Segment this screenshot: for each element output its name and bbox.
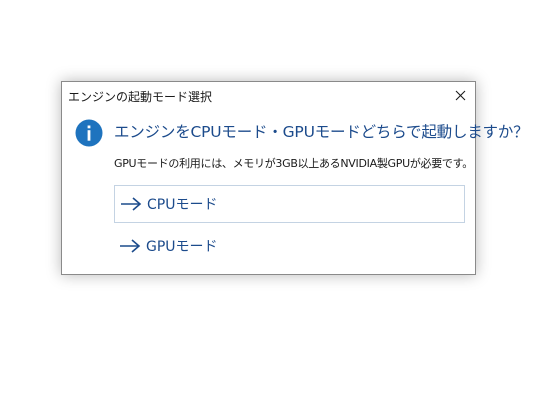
arrow-right-icon bbox=[121, 197, 142, 211]
content-text: GPUモードの利用には、メモリが3GB以上あるNVIDIA製GPUが必要です。 bbox=[114, 157, 473, 170]
title-bar: エンジンの起動モード選択 bbox=[62, 82, 475, 109]
main-instruction: エンジンをCPUモード・GPUモードどちらで起動しますか？ bbox=[114, 123, 529, 141]
close-icon bbox=[455, 90, 465, 101]
engine-mode-dialog: エンジンの起動モード選択 エンジンをCPUモード・GPUモードどちらで起動します… bbox=[61, 81, 529, 275]
close-button[interactable] bbox=[445, 82, 475, 109]
arrow-right-icon bbox=[120, 239, 141, 253]
cpu-mode-label: CPUモード bbox=[147, 197, 218, 213]
dialog-title: エンジンの起動モード選択 bbox=[68, 90, 213, 104]
gpu-mode-label: GPUモード bbox=[146, 239, 218, 255]
info-icon bbox=[75, 119, 103, 147]
cpu-mode-button[interactable]: CPUモード bbox=[114, 185, 465, 223]
gpu-mode-button[interactable]: GPUモード bbox=[114, 227, 465, 265]
